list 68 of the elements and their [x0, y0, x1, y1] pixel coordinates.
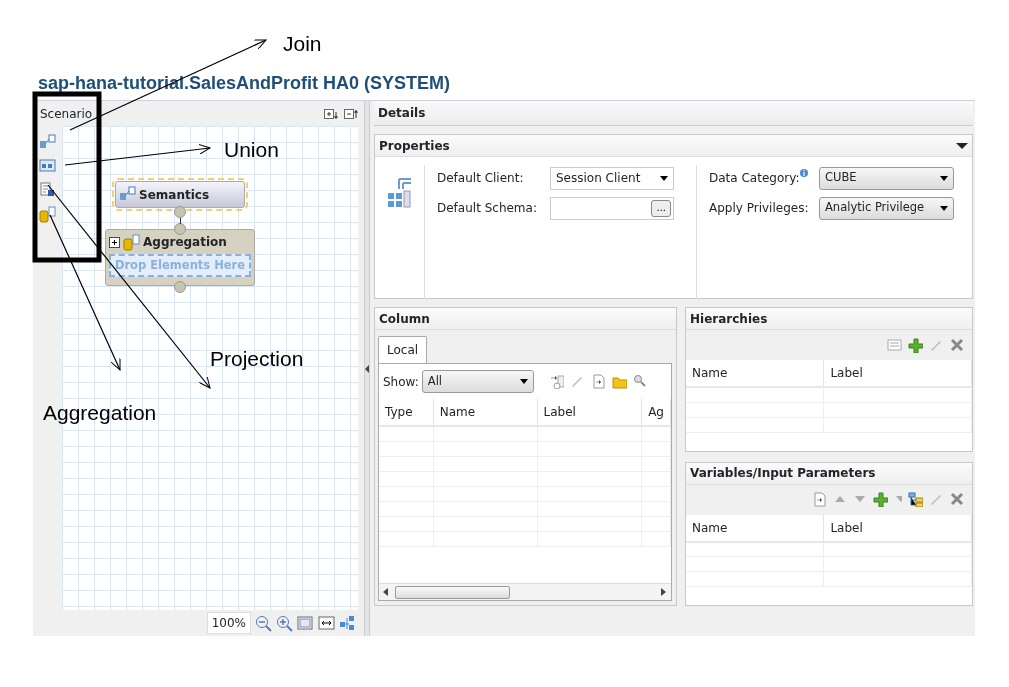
field-label: Apply Privileges: [709, 200, 810, 217]
details-title: Details [374, 101, 973, 126]
connector-dot [174, 223, 186, 235]
column-header: Label [823, 360, 972, 387]
semantics-icon [119, 186, 136, 203]
dropdown[interactable]: CUBE [819, 166, 954, 190]
collapse-arrow-icon[interactable] [365, 364, 369, 373]
projection-icon[interactable] [39, 182, 56, 199]
tab[interactable]: Local [378, 336, 428, 363]
section-title: Column [379, 310, 430, 328]
column-header: Name [433, 399, 538, 426]
join-icon[interactable] [39, 134, 56, 151]
column-header: Ag [641, 399, 671, 426]
section-title: Variables/Input Parameters [690, 465, 876, 482]
input-field[interactable]: ... [550, 196, 674, 220]
zoom-out-icon[interactable] [255, 614, 272, 632]
list-icon[interactable] [887, 337, 902, 353]
column-header: Label [823, 514, 972, 542]
field-label: Default Schema: [437, 200, 538, 217]
annotation-label: Aggregation [43, 400, 157, 426]
delete-icon[interactable] [950, 492, 964, 507]
palette-title: Scenario [40, 105, 93, 123]
connector-line [180, 218, 181, 224]
browse-button[interactable]: ... [651, 199, 671, 217]
folder-icon[interactable] [611, 374, 627, 389]
aggregation-node[interactable]: Aggregation Drop Elements Here [105, 229, 255, 286]
cube-properties-icon [387, 177, 413, 209]
add-icon[interactable] [908, 337, 923, 353]
drop-zone: Drop Elements Here [109, 254, 251, 278]
annotation-label: Union [224, 137, 279, 163]
dropdown[interactable]: Session Client [550, 166, 674, 190]
pencil-icon[interactable] [929, 492, 944, 507]
scroll-right-icon[interactable] [661, 588, 667, 596]
import-icon[interactable] [590, 374, 606, 389]
collapse-all-icon[interactable] [344, 107, 358, 120]
find-icon[interactable] [632, 374, 648, 389]
dropdown[interactable]: All [421, 370, 534, 393]
scroll-left-icon[interactable] [383, 588, 389, 596]
section-title: Properties [379, 137, 450, 155]
dropdown[interactable]: Analytic Privilege [819, 196, 954, 220]
section-title: Hierarchies [690, 310, 768, 328]
expand-icon[interactable] [109, 236, 120, 248]
aggregation-icon[interactable] [39, 206, 56, 223]
scrollbar-thumb[interactable] [395, 585, 510, 599]
expand-all-icon[interactable] [324, 107, 338, 120]
info-icon [800, 169, 809, 177]
delete-icon[interactable] [950, 337, 964, 353]
field-label: Default Client: [437, 170, 525, 187]
zoom-in-icon[interactable] [276, 614, 293, 632]
fit-width-icon[interactable] [318, 614, 335, 632]
field-label: Show: [383, 373, 419, 391]
semantics-node[interactable]: Semantics [115, 181, 245, 208]
zoom-field[interactable]: 100% [206, 612, 251, 634]
column-header: Label [537, 399, 642, 426]
column-header: Name [686, 360, 824, 387]
annotation-label: Join [283, 31, 322, 57]
connector-dot [174, 206, 186, 218]
add-icon[interactable] [873, 492, 888, 507]
aggregation-icon [123, 233, 140, 251]
annotation-label: Projection [210, 346, 304, 372]
union-icon[interactable] [39, 158, 56, 175]
import-icon[interactable] [812, 492, 827, 507]
column-header: Name [686, 514, 824, 542]
hierarchy-icon[interactable] [908, 492, 923, 507]
field-label: Data Category: [709, 169, 819, 187]
add-column-icon[interactable] [548, 374, 564, 389]
column-header: Type [379, 399, 434, 426]
collapse-icon[interactable] [956, 141, 968, 150]
